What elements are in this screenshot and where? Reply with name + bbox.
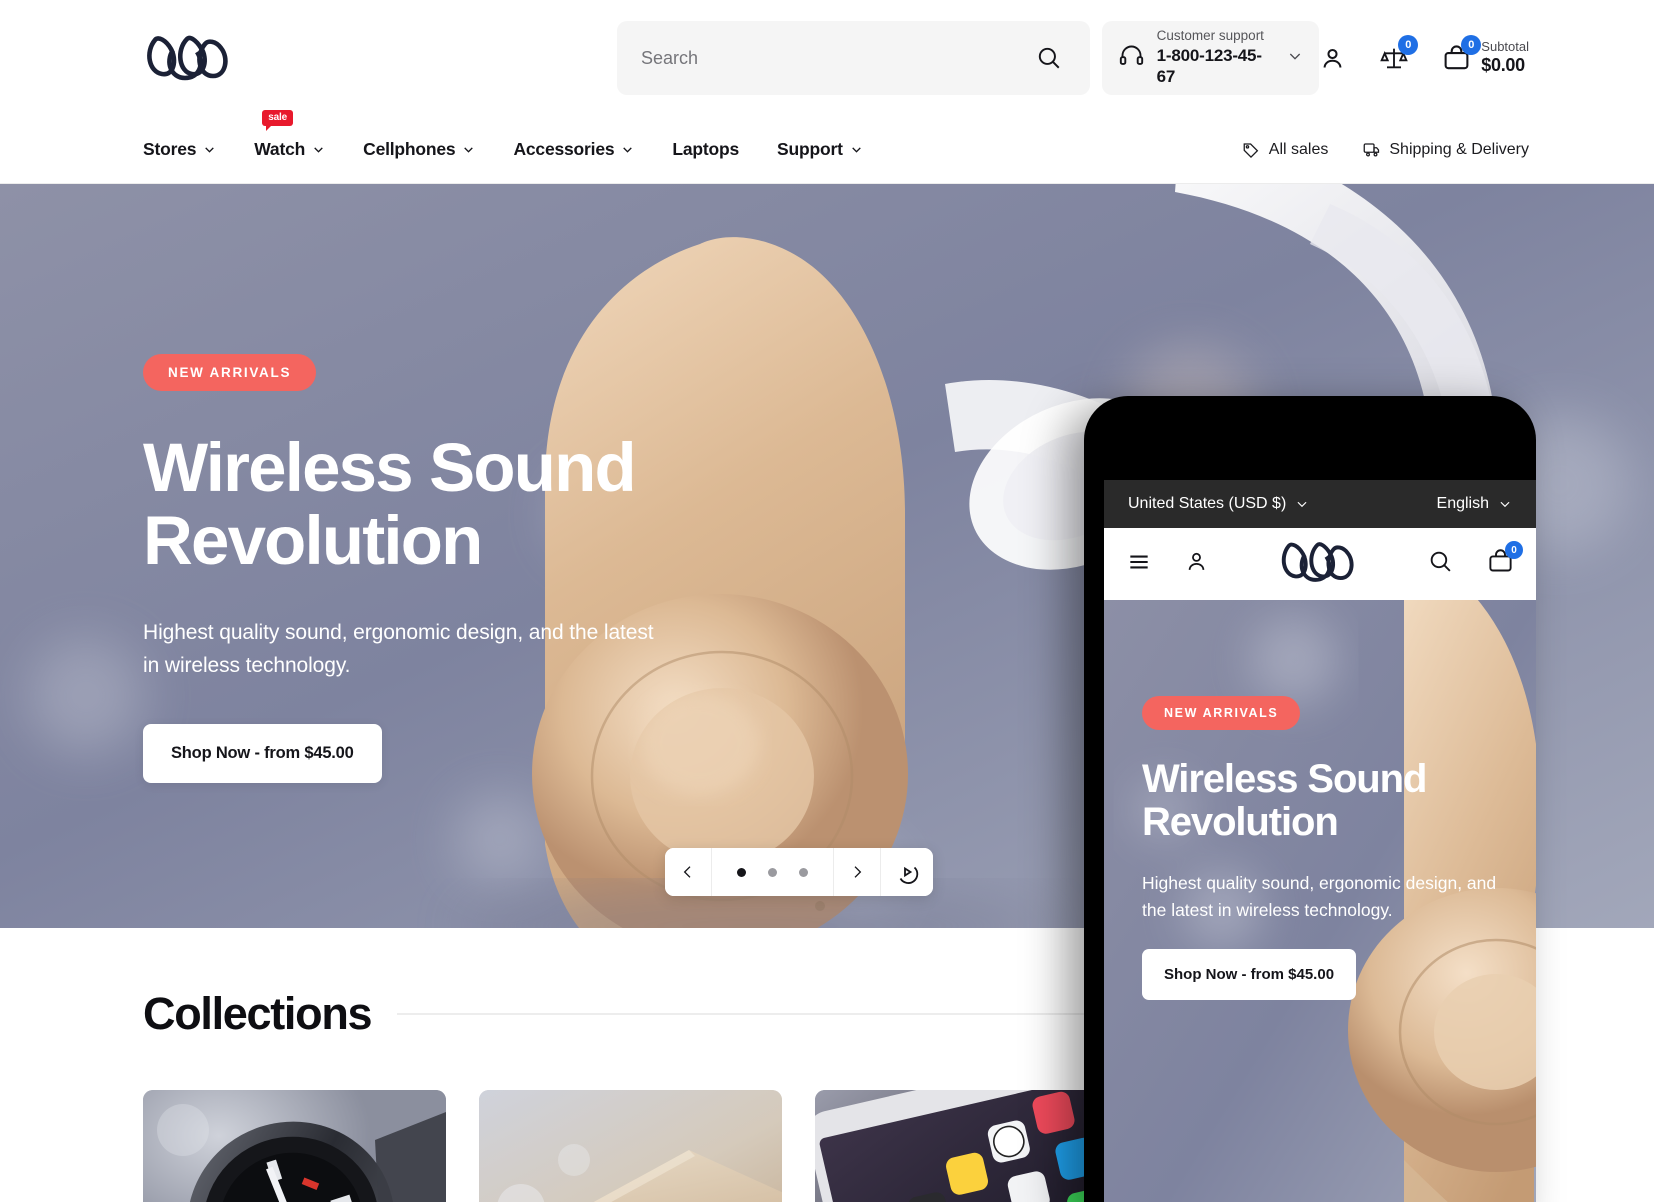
nav-label: Support: [777, 139, 843, 159]
bag-icon[interactable]: 0: [1442, 34, 1482, 73]
hero-shop-now-button[interactable]: Shop Now - from $45.00: [143, 724, 382, 784]
carousel-dot-3[interactable]: [799, 867, 808, 877]
hero-title: Wireless Sound Revolution: [143, 431, 760, 577]
mobile-country-selector[interactable]: United States (USD $): [1128, 495, 1309, 513]
chevron-down-icon[interactable]: [1287, 48, 1303, 69]
mobile-account-icon[interactable]: [1184, 549, 1209, 579]
page-root: Customer support 1-800-123-45-67: [0, 0, 1654, 1202]
mobile-hero-title: Wireless Sound Revolution: [1142, 757, 1536, 845]
nav-link-label: All sales: [1268, 140, 1329, 158]
nav-label: Accessories: [513, 139, 615, 159]
nav-item-stores[interactable]: Stores: [143, 139, 216, 160]
mobile-hero-title-line-2: Revolution: [1142, 800, 1339, 845]
headset-icon: [1118, 42, 1145, 74]
hamburger-menu-icon[interactable]: [1126, 549, 1152, 580]
nav-label: Watch: [254, 139, 306, 159]
chevron-right-icon: [854, 866, 862, 878]
sale-badge: sale: [262, 110, 293, 131]
compare-button[interactable]: 0: [1380, 35, 1419, 72]
hero-title-line-2: Revolution: [143, 502, 483, 580]
mobile-preview-device: United States (USD $) English 0 NEW ARRI…: [1084, 396, 1536, 1202]
mobile-screen: United States (USD $) English 0 NEW ARRI…: [1104, 480, 1536, 1202]
collection-card-watch[interactable]: [143, 1090, 446, 1202]
nav-item-laptops[interactable]: Laptops: [672, 139, 739, 160]
brand-logo[interactable]: [143, 30, 237, 86]
cart-count-badge: 0: [1461, 34, 1482, 55]
mobile-hero-title-line-1: Wireless Sound: [1142, 757, 1427, 801]
chevron-down-icon: [314, 147, 323, 153]
nav-item-watch[interactable]: sale Watch: [254, 110, 325, 160]
nav-link-label: Shipping & Delivery: [1389, 140, 1529, 158]
play-circle-icon: [899, 866, 919, 884]
chevron-down-icon: [205, 147, 215, 153]
mobile-search-icon[interactable]: [1428, 549, 1453, 579]
search-icon[interactable]: [1032, 41, 1066, 75]
mobile-language-label: English: [1436, 495, 1489, 512]
mobile-header: 0: [1104, 528, 1536, 600]
mobile-brand-logo[interactable]: [1277, 537, 1363, 592]
search-input[interactable]: [641, 47, 1032, 69]
carousel-dot-2[interactable]: [768, 867, 777, 877]
carousel-play-button[interactable]: [881, 848, 933, 896]
nav-link-all-sales[interactable]: All sales: [1242, 140, 1329, 159]
chevron-left-icon: [683, 866, 691, 878]
mobile-topbar: United States (USD $) English: [1104, 480, 1536, 528]
nav-secondary-links: All sales Shipping & Delivery: [1242, 141, 1529, 159]
chevron-down-icon: [1500, 501, 1510, 508]
carousel-prev-button[interactable]: [665, 848, 712, 896]
mobile-header-left: [1126, 549, 1209, 580]
collection-card-laptop[interactable]: [479, 1090, 782, 1202]
carousel-dots: [712, 848, 834, 896]
mobile-cart-button[interactable]: 0: [1487, 541, 1523, 580]
mobile-shop-now-button[interactable]: Shop Now - from $45.00: [1142, 948, 1357, 1000]
nav-list: Stores sale Watch Cellphones Accessories…: [143, 110, 863, 160]
hero-badge: NEW ARRIVALS: [143, 354, 317, 391]
main-navigation: Stores sale Watch Cellphones Accessories…: [0, 110, 1654, 184]
truck-box-icon: [1363, 142, 1380, 156]
site-header: Customer support 1-800-123-45-67: [0, 0, 1654, 116]
cart-button[interactable]: 0 Subtotal $0.00: [1442, 34, 1529, 76]
mobile-header-right: 0: [1428, 541, 1523, 580]
mobile-cart-count-badge: 0: [1505, 541, 1523, 559]
subtotal-amount: $0.00: [1481, 55, 1525, 75]
support-label: Customer support: [1156, 28, 1264, 44]
nav-label: Laptops: [672, 139, 740, 159]
nav-item-accessories[interactable]: Accessories: [513, 139, 634, 160]
support-phone: 1-800-123-45-67: [1156, 46, 1262, 87]
hero-title-line-1: Wireless Sound: [143, 429, 637, 506]
nav-item-cellphones[interactable]: Cellphones: [363, 139, 475, 160]
subtotal-label: Subtotal: [1481, 39, 1529, 55]
chevron-down-icon: [464, 147, 474, 153]
hero-carousel-controls: [665, 848, 933, 896]
mobile-hero-subtitle: Highest quality sound, ergonomic design,…: [1142, 873, 1497, 920]
compare-count-badge: 0: [1398, 35, 1419, 55]
hero-content: NEW ARRIVALS Wireless Sound Revolution H…: [0, 184, 760, 784]
mobile-hero-content: NEW ARRIVALS Wireless Sound Revolution H…: [1104, 600, 1536, 1000]
mobile-hero-banner: NEW ARRIVALS Wireless Sound Revolution H…: [1104, 600, 1536, 1202]
cart-subtotal: Subtotal $0.00: [1481, 39, 1529, 76]
hero-subtitle: Highest quality sound, ergonomic design,…: [143, 621, 654, 677]
chevron-down-icon: [623, 147, 633, 153]
search-bar[interactable]: [617, 21, 1090, 95]
header-actions: 0 0 Subtotal $0.00: [1319, 34, 1529, 76]
mobile-country-label: United States (USD $): [1128, 495, 1287, 512]
carousel-dot-1[interactable]: [737, 867, 746, 877]
account-button[interactable]: [1319, 45, 1346, 72]
nav-item-support[interactable]: Support: [777, 139, 863, 160]
tag-icon: [1243, 142, 1259, 158]
support-text: Customer support 1-800-123-45-67: [1157, 28, 1276, 87]
carousel-next-button[interactable]: [834, 848, 881, 896]
mobile-language-selector[interactable]: English: [1437, 495, 1512, 513]
chevron-down-icon: [851, 147, 861, 153]
collection-card-phone[interactable]: [815, 1090, 1118, 1202]
mobile-hero-badge: NEW ARRIVALS: [1142, 696, 1301, 730]
chevron-down-icon: [1297, 501, 1307, 508]
nav-link-shipping-delivery[interactable]: Shipping & Delivery: [1362, 141, 1529, 159]
nav-label: Cellphones: [363, 139, 456, 159]
nav-label: Stores: [143, 139, 197, 159]
customer-support-dropdown[interactable]: Customer support 1-800-123-45-67: [1101, 21, 1320, 95]
collections-title: Collections: [143, 988, 373, 1039]
